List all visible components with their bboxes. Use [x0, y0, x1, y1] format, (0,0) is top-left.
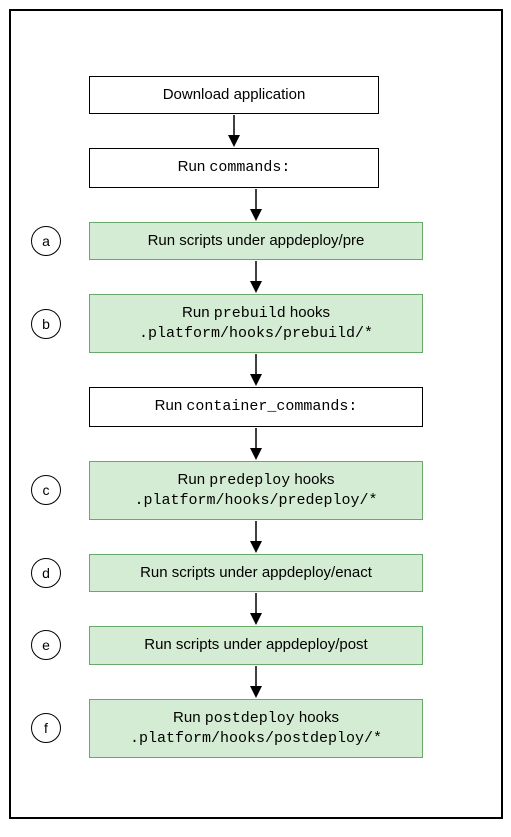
step-box: Run scripts under appdeploy/enact	[89, 554, 423, 592]
step-text: Run scripts under appdeploy/enact	[100, 563, 412, 583]
arrow-down-icon	[11, 592, 423, 626]
step-path: .platform/hooks/predeploy/*	[100, 491, 412, 511]
step-marker: d	[31, 558, 61, 588]
flow-step: Download application	[11, 76, 379, 114]
step-path: .platform/hooks/postdeploy/*	[100, 729, 412, 749]
flow-step: f Run postdeploy hooks.platform/hooks/pos…	[11, 699, 423, 759]
flow-column: Download application Run commands: a Run sc…	[11, 76, 501, 758]
step-marker: a	[31, 226, 61, 256]
flow-step: Run container_commands:	[11, 387, 423, 426]
flow-step: c Run predeploy hooks.platform/hooks/pred…	[11, 461, 423, 521]
step-box: Run scripts under appdeploy/post	[89, 626, 423, 664]
step-text: Run container_commands:	[100, 396, 412, 417]
flow-step: e Run scripts under appdeploy/post	[11, 626, 423, 664]
step-marker: c	[31, 475, 61, 505]
step-box: Run postdeploy hooks.platform/hooks/post…	[89, 699, 423, 759]
arrow-down-icon	[11, 188, 423, 222]
step-box: Run predeploy hooks.platform/hooks/prede…	[89, 461, 423, 521]
step-box: Run scripts under appdeploy/pre	[89, 222, 423, 260]
step-marker: f	[31, 713, 61, 743]
step-text: Run postdeploy hooks	[100, 708, 412, 729]
step-marker: b	[31, 309, 61, 339]
step-box: Download application	[89, 76, 379, 114]
step-text: Run scripts under appdeploy/post	[100, 635, 412, 655]
step-text: Run scripts under appdeploy/pre	[100, 231, 412, 251]
flow-step: d Run scripts under appdeploy/enact	[11, 554, 423, 592]
flow-step: a Run scripts under appdeploy/pre	[11, 222, 423, 260]
step-box: Run prebuild hooks.platform/hooks/prebui…	[89, 294, 423, 354]
flow-step: b Run prebuild hooks.platform/hooks/prebu…	[11, 294, 423, 354]
step-text: Run commands:	[100, 157, 368, 178]
step-text: Run prebuild hooks	[100, 303, 412, 324]
diagram-frame: Download application Run commands: a Run sc…	[9, 9, 503, 819]
step-text: Download application	[100, 85, 368, 105]
arrow-down-icon	[11, 520, 423, 554]
arrow-down-icon	[11, 260, 423, 294]
step-marker: e	[31, 630, 61, 660]
arrow-down-icon	[11, 114, 379, 148]
step-box: Run container_commands:	[89, 387, 423, 426]
arrow-down-icon	[11, 665, 423, 699]
flow-step: Run commands:	[11, 148, 379, 187]
arrow-down-icon	[11, 427, 423, 461]
arrow-down-icon	[11, 353, 423, 387]
step-box: Run commands:	[89, 148, 379, 187]
step-path: .platform/hooks/prebuild/*	[100, 324, 412, 344]
step-text: Run predeploy hooks	[100, 470, 412, 491]
